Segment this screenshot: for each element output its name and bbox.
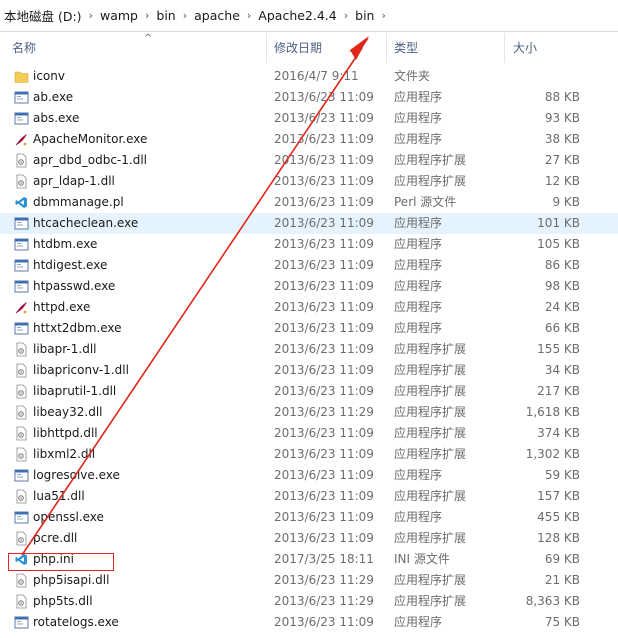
annotation-arrow: [21, 36, 369, 556]
